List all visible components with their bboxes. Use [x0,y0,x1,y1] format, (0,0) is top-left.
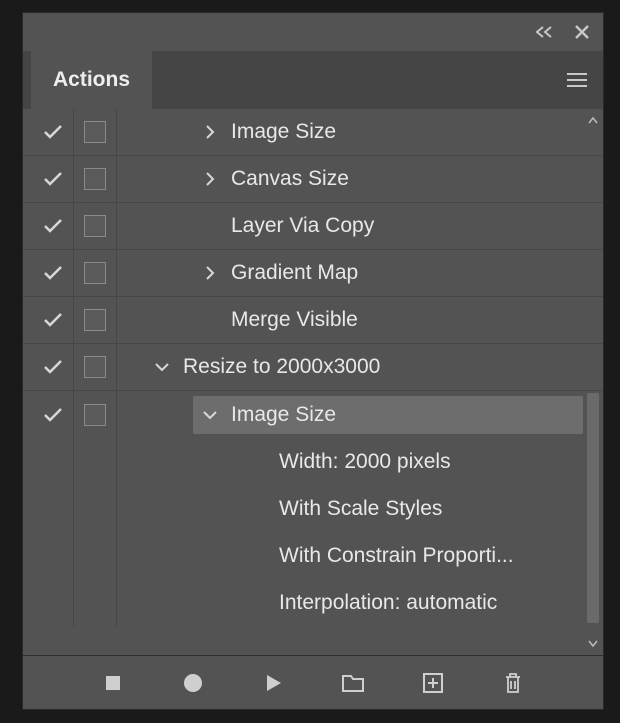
actions-list: Image Size Canvas Size Layer Via Copy Gradi… [23,109,603,655]
action-label: Image Size [227,403,583,427]
chevron-down-icon[interactable] [145,361,179,373]
action-label: Width: 2000 pixels [275,450,603,474]
action-row[interactable]: Resize to 2000x3000 [23,344,603,391]
tab-actions[interactable]: Actions [31,51,152,109]
action-row[interactable]: Image Size [23,109,603,156]
panel-footer [23,655,603,709]
action-row[interactable]: With Constrain Proporti... [23,532,603,579]
panel-menu-icon[interactable] [565,71,589,89]
action-row[interactable]: Gradient Map [23,250,603,297]
delete-button[interactable] [500,670,526,696]
close-icon[interactable] [573,23,591,41]
toggle-enabled-checkbox[interactable] [33,407,73,423]
action-label: Merge Visible [227,308,603,332]
scroll-up-icon[interactable] [587,113,599,127]
action-label: Canvas Size [227,167,603,191]
toggle-enabled-checkbox[interactable] [33,265,73,281]
record-button[interactable] [180,670,206,696]
toggle-dialog-checkbox[interactable] [73,203,117,249]
panel-topbar [23,13,603,51]
scrollbar-thumb[interactable] [587,393,599,623]
toggle-dialog-checkbox [73,532,117,579]
action-label: Resize to 2000x3000 [179,355,603,379]
toggle-dialog-checkbox [73,485,117,532]
actions-panel: Actions Image Size Canvas Size Layer Via C… [22,12,604,710]
toggle-dialog-checkbox[interactable] [73,109,117,155]
scroll-down-icon[interactable] [587,637,599,651]
action-row[interactable]: Canvas Size [23,156,603,203]
collapse-icon[interactable] [535,25,557,39]
scrollbar[interactable] [585,113,601,651]
action-row[interactable]: Image Size [23,391,603,438]
toggle-dialog-checkbox[interactable] [73,250,117,296]
action-row[interactable]: Layer Via Copy [23,203,603,250]
action-label: Gradient Map [227,261,603,285]
toggle-dialog-checkbox[interactable] [73,297,117,343]
toggle-enabled-checkbox[interactable] [33,124,73,140]
toggle-enabled-checkbox[interactable] [33,312,73,328]
chevron-right-icon[interactable] [193,124,227,140]
toggle-dialog-checkbox [73,579,117,626]
toggle-enabled-checkbox[interactable] [33,171,73,187]
chevron-down-icon[interactable] [193,409,227,421]
toggle-enabled-checkbox[interactable] [33,359,73,375]
action-label: Layer Via Copy [227,214,603,238]
panel-tabbar: Actions [23,51,603,109]
action-row[interactable]: Merge Visible [23,297,603,344]
toggle-enabled-checkbox[interactable] [33,218,73,234]
chevron-right-icon[interactable] [193,171,227,187]
action-label: Image Size [227,120,603,144]
chevron-right-icon[interactable] [193,265,227,281]
toggle-dialog-checkbox[interactable] [73,156,117,202]
action-row[interactable]: Interpolation: automatic [23,579,603,626]
tab-label: Actions [53,68,130,92]
new-action-button[interactable] [420,670,446,696]
play-button[interactable] [260,670,286,696]
action-label: With Scale Styles [275,497,603,521]
action-label: With Constrain Proporti... [275,544,603,568]
toggle-dialog-checkbox[interactable] [73,391,117,438]
toggle-dialog-checkbox [73,438,117,485]
toggle-dialog-checkbox[interactable] [73,344,117,390]
action-label: Interpolation: automatic [275,591,603,615]
action-row[interactable]: With Scale Styles [23,485,603,532]
action-row[interactable]: Width: 2000 pixels [23,438,603,485]
new-set-button[interactable] [340,670,366,696]
stop-button[interactable] [100,670,126,696]
